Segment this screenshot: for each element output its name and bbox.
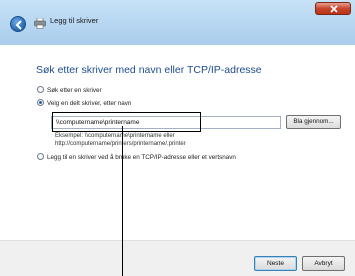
browse-button[interactable]: Bla gjennom... bbox=[286, 115, 341, 129]
wizard-content: Søk etter skriver med navn eller TCP/IP-… bbox=[0, 45, 355, 240]
option-shared-printer-label: Velg en delt skriver, etter navn bbox=[47, 100, 132, 107]
option-tcpip-printer[interactable]: Legg til en skriver ved å bruke en TCP/I… bbox=[37, 153, 236, 161]
back-arrow-icon[interactable] bbox=[10, 16, 26, 32]
radio-shared-printer[interactable] bbox=[37, 99, 44, 106]
close-icon[interactable] bbox=[315, 2, 351, 15]
pointer-line bbox=[122, 126, 123, 276]
option-tcpip-printer-label: Legg til en skriver ved å bruke en TCP/I… bbox=[47, 154, 236, 161]
example-line-1: Eksempel: \\computername\printername ell… bbox=[55, 133, 175, 139]
option-shared-printer[interactable]: Velg en delt skriver, etter navn bbox=[37, 99, 131, 107]
example-line-2: http://computername/printers/printername… bbox=[55, 140, 186, 147]
page-heading: Søk etter skriver med navn eller TCP/IP-… bbox=[36, 64, 262, 76]
option-search-printer-label: Søk etter en skriver bbox=[47, 87, 102, 94]
wizard-footer: Neste Avbryt bbox=[0, 240, 355, 276]
example-text: Eksempel: \\computername\printername ell… bbox=[55, 133, 186, 148]
radio-tcpip-printer[interactable] bbox=[37, 153, 44, 160]
next-button[interactable]: Neste bbox=[254, 256, 297, 271]
title-bar: Legg til skriver bbox=[0, 0, 355, 45]
window-title: Legg til skriver bbox=[50, 16, 99, 25]
radio-search-printer[interactable] bbox=[37, 86, 44, 93]
option-search-printer[interactable]: Søk etter en skriver bbox=[37, 86, 102, 94]
cancel-button[interactable]: Avbryt bbox=[302, 256, 345, 271]
text-caret-highlight bbox=[52, 112, 201, 132]
printer-icon bbox=[34, 18, 46, 29]
